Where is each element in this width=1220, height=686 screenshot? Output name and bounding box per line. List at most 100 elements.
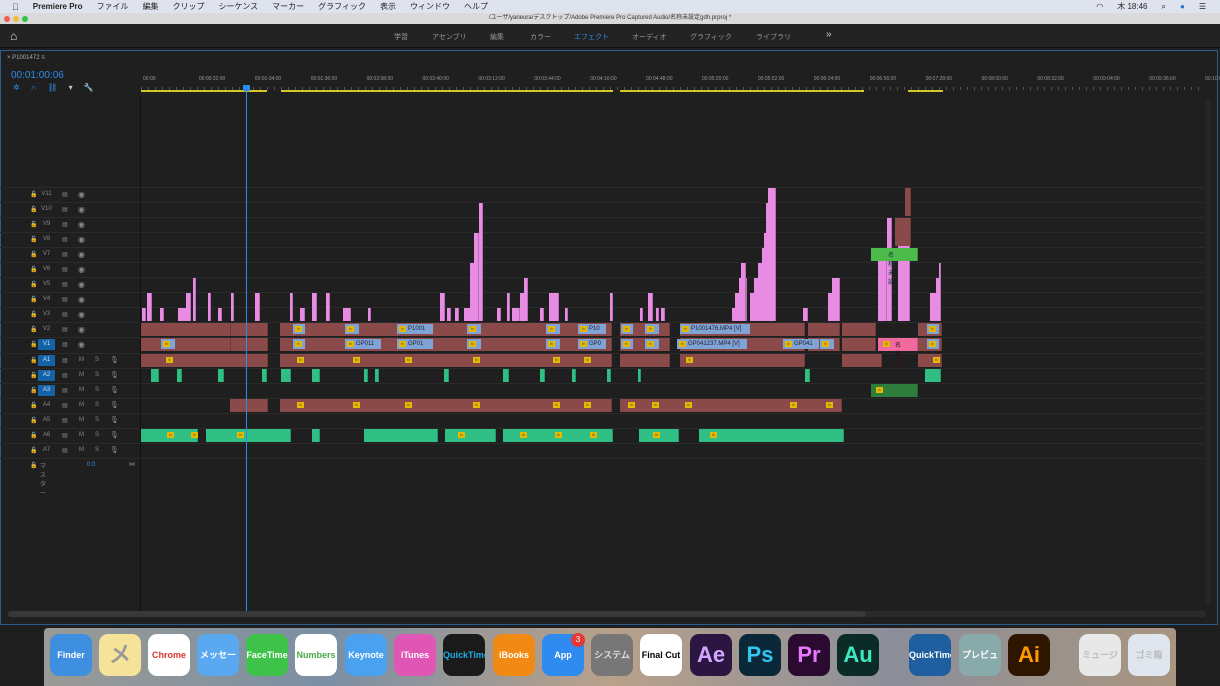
mic-icon[interactable]: 🎙 [110, 431, 119, 439]
audio-clip-a6[interactable] [445, 429, 496, 442]
app-menu[interactable]: Premiere Pro [33, 2, 83, 11]
horizontal-scrollbar[interactable] [8, 611, 1206, 617]
playhead-timecode[interactable]: 00:01:00:06 [11, 70, 64, 81]
audio-clip-a2[interactable] [262, 369, 267, 382]
vertical-scrollbar[interactable] [1206, 100, 1211, 605]
sync-lock-icon[interactable]: ▤ [62, 251, 68, 258]
menu-item[interactable]: グラフィック [318, 1, 366, 12]
mute-button[interactable]: M [79, 447, 84, 453]
video-clip-v1[interactable] [141, 338, 231, 351]
clock[interactable]: 木 18:46 [1117, 1, 1147, 12]
adjustment-layer-clip[interactable] [549, 293, 559, 321]
sequence-tab[interactable]: × P1001472 ≡ [7, 55, 45, 61]
dock-app-プレビュー[interactable]: プレビュー [959, 634, 1001, 676]
audio-clip-a6[interactable] [206, 429, 291, 442]
solo-button[interactable]: S [95, 447, 99, 453]
eye-icon[interactable]: ◉ [78, 295, 85, 304]
lock-icon[interactable]: 🔓 [30, 447, 37, 454]
audio-clip-a2[interactable] [503, 369, 509, 382]
adjustment-layer-clip[interactable] [300, 308, 305, 321]
lock-icon[interactable]: 🔓 [30, 341, 37, 348]
audio-clip-a2[interactable] [218, 369, 224, 382]
lock-icon[interactable]: 🔓 [30, 326, 37, 333]
siri-icon[interactable]: ● [1180, 2, 1185, 11]
solo-button[interactable]: S [95, 432, 99, 438]
apple-icon[interactable]:  [12, 2, 19, 12]
audio-clip-a2[interactable] [444, 369, 449, 382]
menu-item[interactable]: シーケンス [219, 1, 259, 12]
menu-item[interactable]: マーカー [272, 1, 304, 12]
mute-button[interactable]: M [79, 372, 84, 378]
dock-app-quicktime[interactable]: QuickTime [443, 634, 485, 676]
snap-icon[interactable]: ∩ [31, 83, 37, 92]
audio-clip-a1[interactable] [141, 354, 268, 367]
sync-lock-icon[interactable]: ▤ [62, 191, 68, 198]
wifi-icon[interactable]: ◠ [1096, 2, 1103, 11]
more-workspaces-button[interactable]: » [826, 29, 832, 40]
lock-icon[interactable]: 🔓 [30, 236, 37, 243]
menu-item[interactable]: クリップ [173, 1, 205, 12]
playhead-handle[interactable] [243, 85, 250, 91]
sync-lock-icon[interactable]: ▤ [62, 206, 68, 213]
dock-app-メッセージ[interactable]: メッセージ [197, 634, 239, 676]
adjustment-layer-clip[interactable] [524, 278, 528, 321]
adjustment-layer-clip[interactable] [803, 308, 808, 321]
menu-item[interactable]: 表示 [380, 1, 396, 12]
workspace-tab[interactable]: カラー [530, 32, 551, 42]
video-clip[interactable] [895, 218, 911, 246]
adjustment-layer-clip[interactable] [832, 278, 840, 321]
track-label[interactable]: V1 [38, 339, 55, 350]
track-label[interactable]: V9 [38, 219, 55, 230]
adjustment-layer-clip[interactable] [768, 188, 776, 321]
track-label[interactable]: V2 [38, 324, 55, 335]
dock-app-final-cut[interactable]: Final Cut [640, 634, 682, 676]
adjustment-layer-clip[interactable] [497, 308, 501, 321]
audio-clip-a1[interactable] [280, 354, 612, 367]
workspace-tab[interactable]: 編集 [490, 32, 504, 42]
mute-button[interactable]: M [79, 402, 84, 408]
audio-clip-a2[interactable] [375, 369, 379, 382]
audio-clip-a6[interactable] [699, 429, 844, 442]
adjustment-layer-clip[interactable] [479, 203, 483, 321]
audio-clip-a1[interactable] [842, 354, 882, 367]
sync-lock-icon[interactable]: ▤ [62, 311, 68, 318]
work-area-bar[interactable] [620, 90, 864, 92]
solo-button[interactable]: S [95, 372, 99, 378]
eye-icon[interactable]: ◉ [78, 265, 85, 274]
lock-icon[interactable]: 🔓 [30, 417, 37, 424]
lock-icon[interactable]: 🔓 [30, 357, 37, 364]
adjustment-layer-clip[interactable] [440, 293, 445, 321]
nest-icon[interactable]: ✲ [13, 83, 20, 92]
dock-app-keynote[interactable]: Keynote [345, 634, 387, 676]
dock-app-finder[interactable]: Finder [50, 634, 92, 676]
eye-icon[interactable]: ◉ [78, 205, 85, 214]
adjustment-layer-clip[interactable] [512, 308, 520, 321]
sync-lock-icon[interactable]: ▤ [62, 417, 68, 424]
adjustment-layer-clip[interactable] [343, 308, 351, 321]
zoom-button[interactable] [22, 16, 28, 22]
sync-lock-icon[interactable]: ▤ [62, 432, 68, 439]
lock-icon[interactable]: 🔓 [30, 281, 37, 288]
sync-lock-icon[interactable]: ▤ [62, 357, 68, 364]
close-button[interactable] [4, 16, 10, 22]
audio-clip-a4[interactable] [230, 399, 268, 412]
dock-app-facetime[interactable]: FaceTime [246, 634, 288, 676]
eye-icon[interactable]: ◉ [78, 190, 85, 199]
dock-app-itunes[interactable]: iTunes [394, 634, 436, 676]
eye-icon[interactable]: ◉ [78, 220, 85, 229]
notification-center-icon[interactable]: ☰ [1199, 2, 1206, 11]
adjustment-layer-clip[interactable] [231, 293, 234, 321]
video-clip[interactable] [905, 188, 911, 216]
home-icon[interactable]: ⌂ [10, 29, 17, 43]
audio-clip-a2[interactable] [281, 369, 291, 382]
video-clip-v1[interactable] [231, 338, 268, 351]
lock-icon[interactable]: 🔓 [30, 266, 37, 273]
menu-item[interactable]: ウィンドウ [410, 1, 450, 12]
adjustment-layer-clip[interactable] [610, 293, 613, 321]
track-label[interactable]: V6 [38, 264, 55, 275]
track-label[interactable]: A1 [38, 355, 55, 366]
lock-icon[interactable]: 🔓 [30, 221, 37, 228]
dock-app-quicktime-player[interactable]: QuickTime Player [909, 634, 951, 676]
work-area-bar[interactable] [908, 90, 943, 92]
master-volume[interactable]: 0.0 [87, 462, 95, 468]
